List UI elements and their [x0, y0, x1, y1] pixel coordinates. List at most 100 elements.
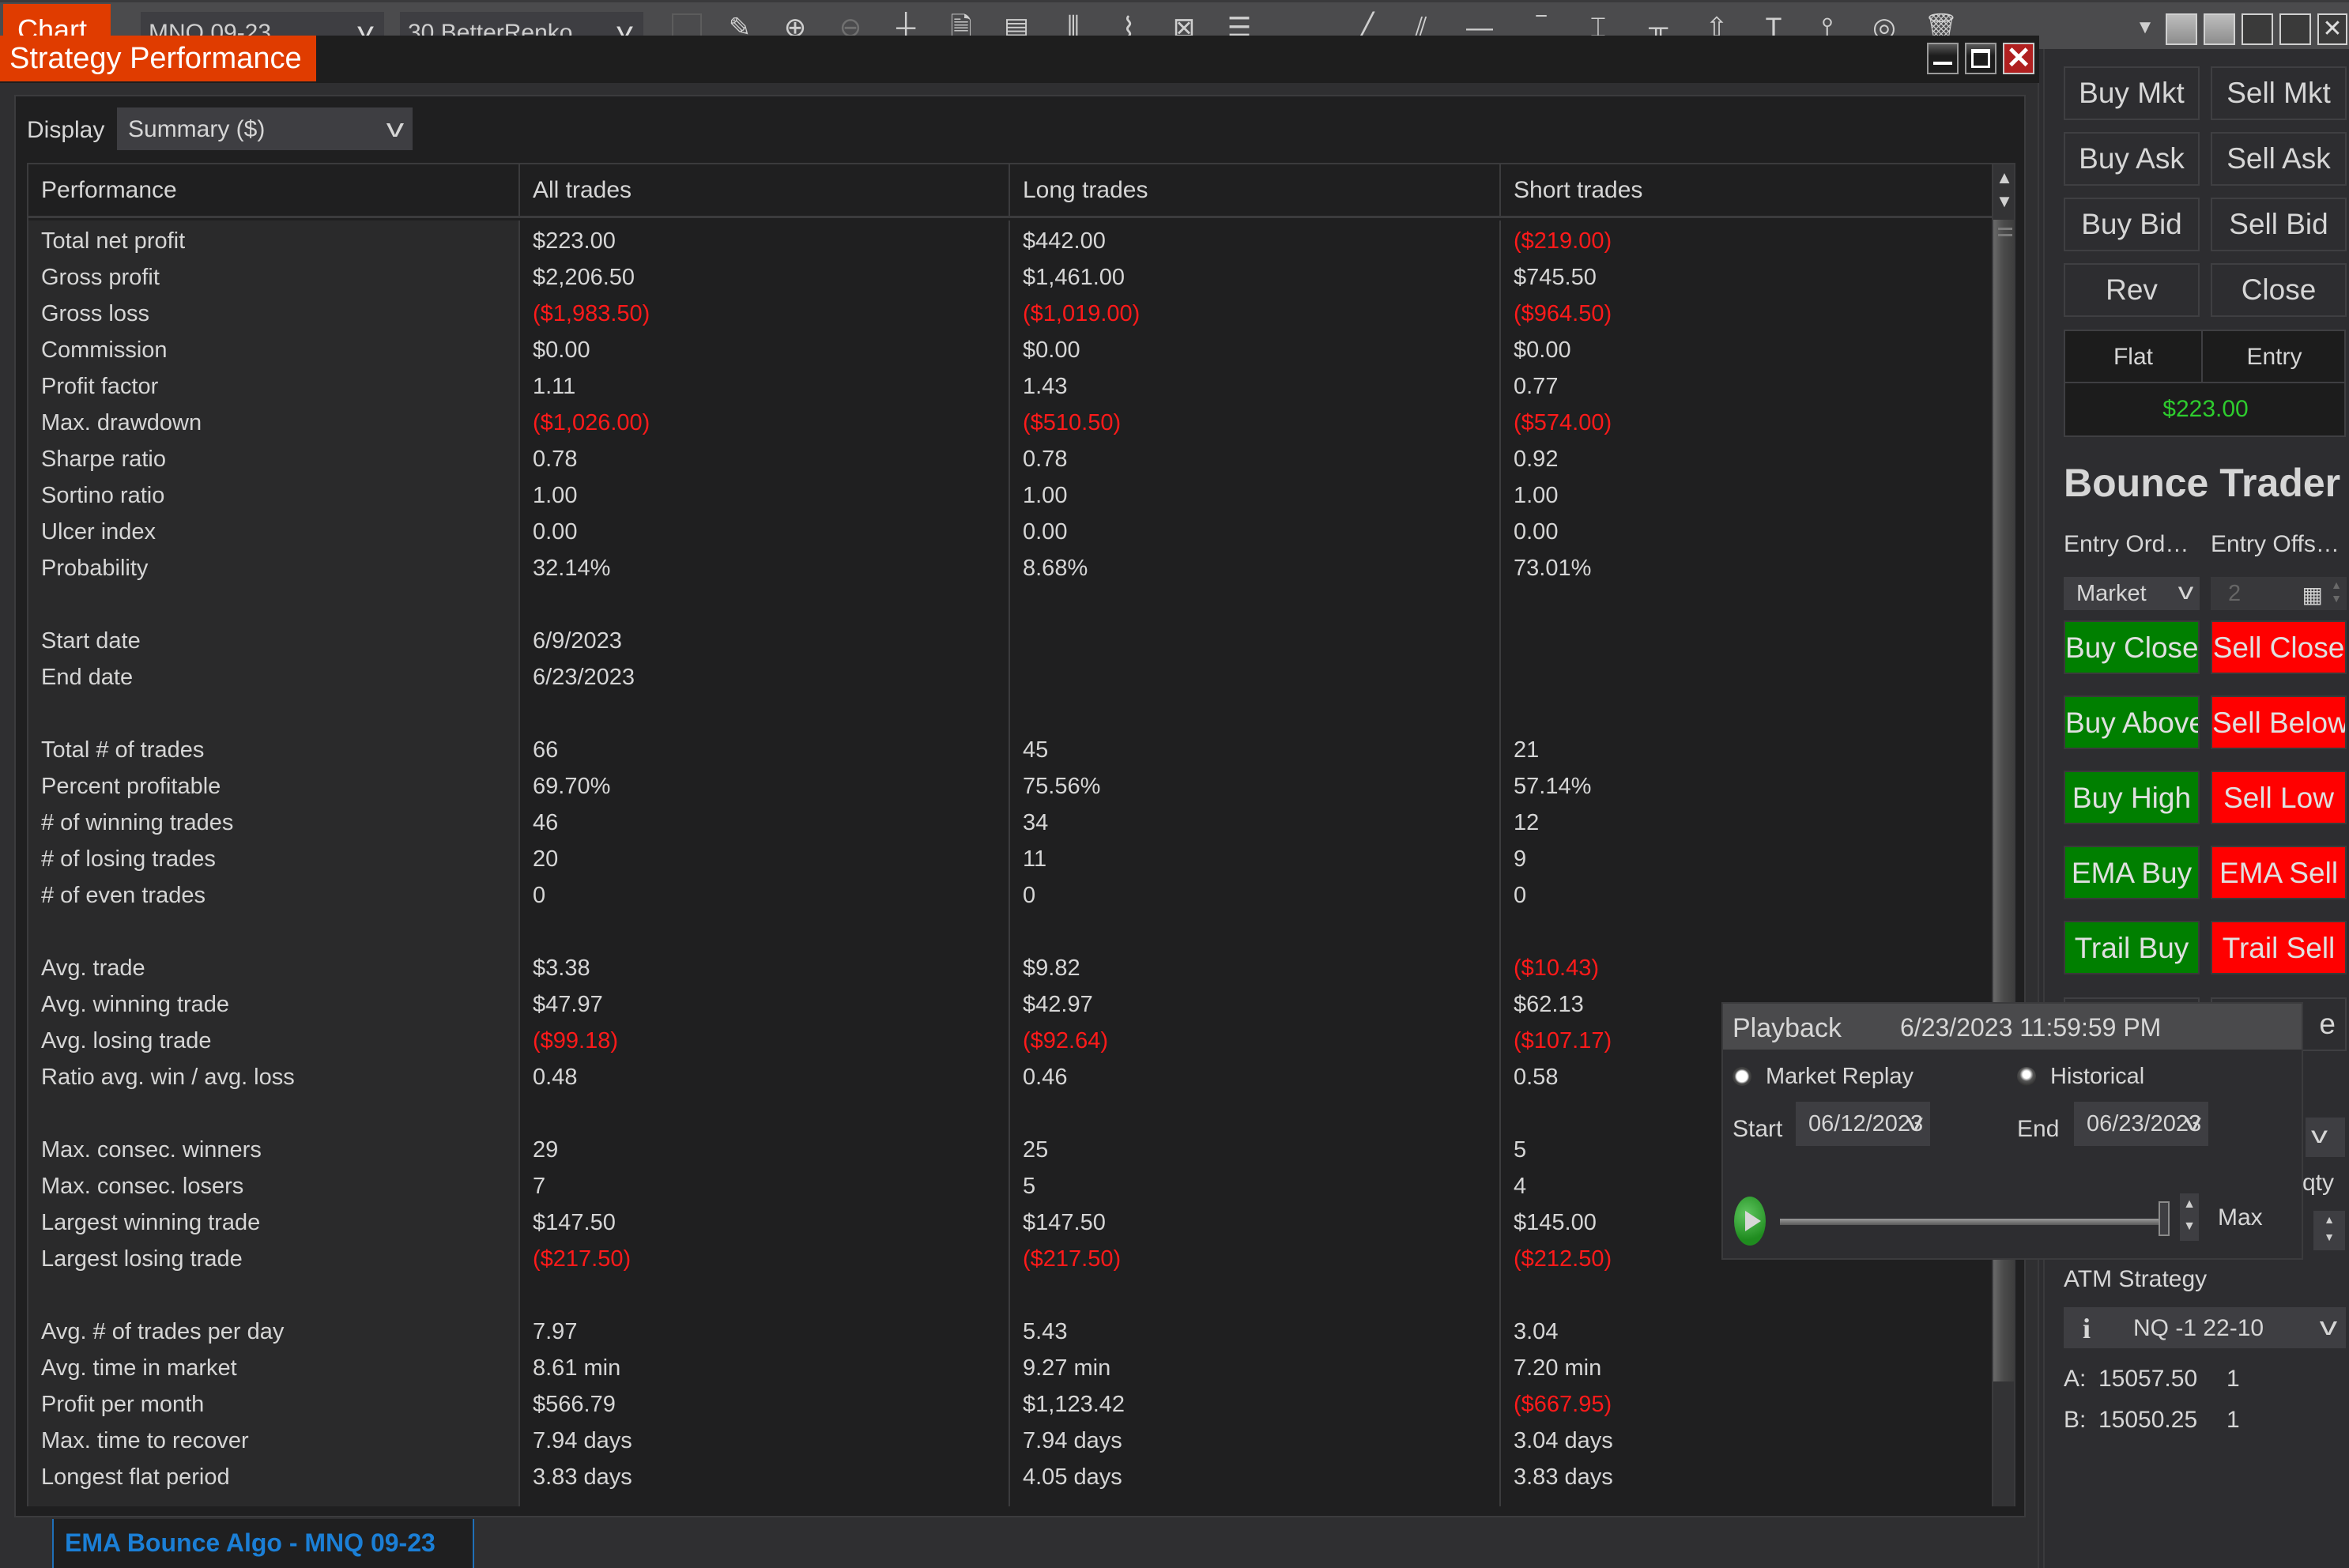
- vertical-scrollbar[interactable]: ▲ ▼: [1992, 164, 2014, 1506]
- qty-spinner[interactable]: ▲ ▼: [2313, 1211, 2345, 1250]
- row-label: Total # of trades: [41, 737, 205, 763]
- short-trades-value: ($212.50): [1514, 1246, 1612, 1272]
- short-trades-value: [1501, 1096, 1514, 1133]
- partial-label: e: [2319, 1008, 2336, 1040]
- display-select[interactable]: Summary ($) v: [117, 107, 413, 150]
- hidden-select-chevron[interactable]: v: [2306, 1118, 2345, 1157]
- end-date-picker[interactable]: 06/23/2023 v: [2074, 1102, 2208, 1146]
- entry-order-select[interactable]: Market v: [2064, 577, 2200, 610]
- tile-button[interactable]: [2166, 13, 2197, 45]
- reverse-button[interactable]: Rev: [2064, 263, 2200, 317]
- ema-sell-button[interactable]: EMA Sell: [2211, 846, 2347, 899]
- table-row: Avg. time in market 8.61 min 9.27 min 7.20 …: [28, 1351, 1992, 1387]
- play-button[interactable]: [1734, 1197, 1766, 1246]
- table-row: Ratio avg. win / avg. loss 0.48 0.46 0.58: [28, 1060, 1992, 1096]
- tile-alt-button[interactable]: [2204, 13, 2235, 45]
- row-label: [28, 1278, 41, 1314]
- sell-bid-button[interactable]: Sell Bid: [2211, 198, 2347, 251]
- calculator-icon[interactable]: ▦: [2302, 582, 2323, 608]
- entry-offset-input[interactable]: 2 ▦ ▲ ▼: [2211, 577, 2347, 610]
- spinner-up-icon[interactable]: ▲: [2183, 1197, 2196, 1211]
- table-row: Gross profit $2,206.50 $1,461.00 $745.50: [28, 260, 1992, 296]
- scroll-up-icon[interactable]: ▲: [1995, 168, 2014, 191]
- close-button[interactable]: ✕: [2003, 43, 2034, 74]
- buy-market-button[interactable]: Buy Mkt: [2064, 66, 2200, 120]
- short-trades-value: ($107.17): [1514, 1028, 1612, 1054]
- close-chart-button[interactable]: ✕: [2317, 13, 2347, 45]
- maximize-chart-button[interactable]: [2279, 13, 2311, 45]
- all-trades-value: 7.97: [533, 1319, 578, 1344]
- trail-buy-button[interactable]: Trail Buy: [2064, 921, 2200, 974]
- playback-header[interactable]: Playback 6/23/2023 11:59:59 PM: [1723, 1004, 2302, 1050]
- dropdown-arrow-icon[interactable]: ▼: [2128, 10, 2162, 45]
- row-label: Sortino ratio: [41, 483, 165, 508]
- table-row: Sortino ratio 1.00 1.00 1.00: [28, 478, 1992, 514]
- long-trades-value: $9.82: [1023, 956, 1080, 981]
- sell-below-button[interactable]: Sell Below: [2211, 695, 2347, 749]
- row-label: End date: [41, 665, 134, 690]
- sell-close-button[interactable]: Sell Close: [2211, 620, 2347, 674]
- chevron-down-icon: v: [1906, 1110, 1923, 1136]
- header-short-trades[interactable]: Short trades: [1501, 164, 1992, 218]
- scroll-down-icon[interactable]: ▼: [1995, 191, 2014, 215]
- header-long-trades[interactable]: Long trades: [1010, 164, 1501, 218]
- market-replay-radio[interactable]: [1733, 1067, 1751, 1086]
- maximize-button[interactable]: [1965, 43, 1996, 74]
- buy-above-button[interactable]: Buy Above: [2064, 695, 2200, 749]
- spinner-down-icon[interactable]: ▼: [2183, 1219, 2196, 1233]
- table-row: Profit factor 1.11 1.43 0.77: [28, 369, 1992, 405]
- buy-ask-button[interactable]: Buy Ask: [2064, 132, 2200, 186]
- buy-bid-button[interactable]: Buy Bid: [2064, 198, 2200, 251]
- minimize-chart-button[interactable]: [2242, 13, 2273, 45]
- sell-ask-button[interactable]: Sell Ask: [2211, 132, 2347, 186]
- row-label: Max. consec. winners: [41, 1137, 262, 1163]
- buy-close-button[interactable]: Buy Close: [2064, 620, 2200, 674]
- sell-low-button[interactable]: Sell Low: [2211, 771, 2347, 824]
- bid-label: B:: [2064, 1407, 2087, 1433]
- minimize-button[interactable]: [1927, 43, 1959, 74]
- buy-high-button[interactable]: Buy High: [2064, 771, 2200, 824]
- short-trades-value: 1.00: [1514, 483, 1559, 508]
- short-trades-value: 5: [1514, 1137, 1527, 1163]
- entry-order-value: Market: [2076, 581, 2147, 606]
- trail-sell-button[interactable]: Trail Sell: [2211, 921, 2347, 974]
- long-trades-value: [1010, 696, 1023, 733]
- speed-slider-track[interactable]: [1780, 1219, 2159, 1225]
- table-row: # of losing trades 20 11 9: [28, 842, 1992, 878]
- table-spacer-row: [28, 587, 1992, 624]
- entry-offset-label: Entry Offs…: [2211, 531, 2340, 557]
- table-spacer-row: [28, 1278, 1992, 1314]
- header-performance[interactable]: Performance: [28, 164, 520, 218]
- spinner-arrows-icon[interactable]: ▲ ▼: [2331, 579, 2342, 605]
- table-row: Commission $0.00 $0.00 $0.00: [28, 333, 1992, 369]
- window-titlebar[interactable]: Strategy Performance ✕: [0, 36, 2039, 83]
- all-trades-value: 46: [533, 810, 559, 835]
- table-row: Avg. # of trades per day 7.97 5.43 3.04: [28, 1314, 1992, 1351]
- window-title: Strategy Performance: [0, 36, 316, 81]
- speed-spinner[interactable]: ▲ ▼: [2180, 1193, 2199, 1241]
- row-label: Probability: [41, 556, 149, 581]
- short-trades-value: 3.04: [1514, 1319, 1559, 1344]
- market-replay-label[interactable]: Market Replay: [1766, 1064, 1914, 1090]
- close-position-button[interactable]: Close: [2211, 263, 2347, 317]
- row-label: [28, 587, 41, 624]
- atm-strategy-select[interactable]: i NQ -1 22-10 v: [2064, 1307, 2346, 1348]
- short-trades-value: ($667.95): [1514, 1392, 1612, 1417]
- header-all-trades[interactable]: All trades: [520, 164, 1010, 218]
- all-trades-value: 69.70%: [533, 774, 611, 799]
- start-date-picker[interactable]: 06/12/2023 v: [1796, 1102, 1930, 1146]
- all-trades-value: $223.00: [533, 228, 616, 254]
- long-trades-value: ($92.64): [1023, 1028, 1109, 1054]
- performance-panel: Display Summary ($) v Performance All tr…: [14, 95, 2026, 1517]
- ema-buy-button[interactable]: EMA Buy: [2064, 846, 2200, 899]
- sell-market-button[interactable]: Sell Mkt: [2211, 66, 2347, 120]
- strategy-tab[interactable]: EMA Bounce Algo - MNQ 09-23: [52, 1519, 474, 1568]
- speed-slider-thumb[interactable]: [2159, 1201, 2170, 1236]
- historical-radio[interactable]: [2017, 1067, 2036, 1086]
- all-trades-value: ($1,026.00): [533, 410, 650, 435]
- chevron-down-icon: v: [2185, 1110, 2201, 1136]
- row-label: Start date: [41, 628, 141, 654]
- info-icon[interactable]: i: [2083, 1312, 2091, 1345]
- historical-label[interactable]: Historical: [2050, 1064, 2144, 1090]
- all-trades-value: $0.00: [533, 337, 590, 363]
